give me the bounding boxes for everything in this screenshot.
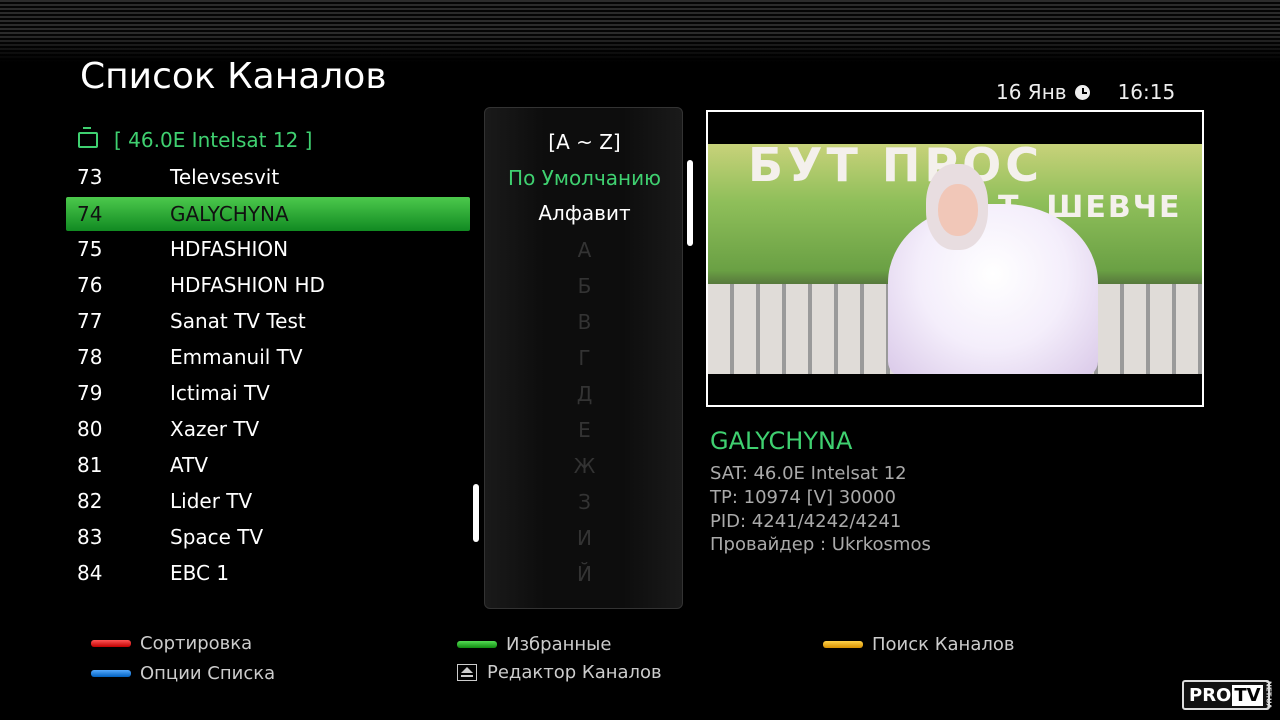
singer-figure bbox=[888, 204, 1098, 374]
legend-list-options-label: Опции Списка bbox=[140, 663, 276, 684]
logo-tv: TV bbox=[1232, 684, 1263, 706]
info-tp: TP: 10974 [V] 30000 bbox=[710, 487, 896, 508]
channel-row[interactable]: 79 Ictimai TV bbox=[66, 376, 470, 412]
blue-key-icon bbox=[91, 670, 131, 677]
channel-number: 80 bbox=[77, 417, 103, 441]
channel-row[interactable]: 82 Lider TV bbox=[66, 484, 470, 520]
sort-option-alphabet[interactable]: Алфавит bbox=[485, 201, 684, 225]
legend-search-label: Поиск Каналов bbox=[872, 634, 1015, 655]
legend-favorites[interactable]: Избранные bbox=[457, 634, 611, 655]
red-key-icon bbox=[91, 640, 131, 647]
green-key-icon bbox=[457, 641, 497, 648]
sort-header: [A ~ Z] bbox=[548, 130, 621, 154]
channel-name: Lider TV bbox=[170, 489, 253, 513]
info-sat: SAT: 46.0E Intelsat 12 bbox=[710, 463, 907, 484]
channel-row-selected[interactable]: 74 GALYCHYNA bbox=[66, 197, 470, 231]
channel-number: 73 bbox=[77, 165, 103, 189]
channel-name: Televsesvit bbox=[170, 165, 280, 189]
sort-panel-scrollbar[interactable] bbox=[687, 160, 693, 246]
legend-favorites-label: Избранные bbox=[506, 634, 612, 655]
page-title: Список Каналов bbox=[80, 56, 387, 97]
satellite-header: [ 46.0E Intelsat 12 ] bbox=[78, 128, 312, 152]
channel-name: GALYCHYNA bbox=[170, 202, 289, 226]
channel-name: Sanat TV Test bbox=[170, 309, 306, 333]
video-preview: БУТ ПРОС Т. ШЕВЧЕ bbox=[706, 110, 1204, 407]
legend-channel-editor[interactable]: Редактор Каналов bbox=[457, 662, 662, 683]
eject-icon bbox=[457, 664, 477, 681]
sort-letter[interactable]: В bbox=[485, 310, 684, 334]
channel-row[interactable]: 81 ATV bbox=[66, 448, 470, 484]
time-label: 16:15 bbox=[1117, 80, 1176, 104]
date-label: 16 Янв bbox=[996, 80, 1067, 104]
sort-letter[interactable]: А bbox=[485, 238, 684, 262]
channel-row[interactable]: 84 EBC 1 bbox=[66, 556, 470, 592]
channel-list: 73 Televsesvit 74 GALYCHYNA 75 HDFASHION 76… bbox=[66, 160, 470, 592]
sort-letter[interactable]: Д bbox=[485, 382, 684, 406]
channel-name: HDFASHION bbox=[170, 237, 289, 261]
channel-number: 81 bbox=[77, 453, 103, 477]
sort-option-default[interactable]: По Умолчанию bbox=[485, 166, 684, 190]
channel-name: Xazer TV bbox=[170, 417, 260, 441]
sort-letter[interactable]: И bbox=[485, 526, 684, 550]
tv-icon bbox=[78, 132, 98, 148]
sort-letter[interactable]: Й bbox=[485, 562, 684, 586]
channel-number: 82 bbox=[77, 489, 103, 513]
channel-number: 75 bbox=[77, 237, 103, 261]
sort-panel: [A ~ Z] По Умолчанию Алфавит А Б В Г Д Е… bbox=[484, 107, 683, 609]
sort-letter[interactable]: Г bbox=[485, 346, 684, 370]
channel-number: 84 bbox=[77, 561, 103, 585]
logo-pro: PRO bbox=[1189, 684, 1232, 706]
channel-row[interactable]: 73 Televsesvit bbox=[66, 160, 470, 196]
protv-logo: PRO TV NET.UA bbox=[1182, 680, 1273, 710]
yellow-key-icon bbox=[823, 641, 863, 648]
logo-net: NET.UA bbox=[1264, 681, 1273, 709]
legend-list-options[interactable]: Опции Списка bbox=[91, 663, 275, 684]
channel-name: HDFASHION HD bbox=[170, 273, 325, 297]
info-pid: PID: 4241/4242/4241 bbox=[710, 511, 902, 532]
sort-letter[interactable]: З bbox=[485, 490, 684, 514]
channel-row[interactable]: 78 Emmanuil TV bbox=[66, 340, 470, 376]
channel-row[interactable]: 75 HDFASHION bbox=[66, 232, 470, 268]
sort-letter[interactable]: Б bbox=[485, 274, 684, 298]
info-provider: Провайдер : Ukrkosmos bbox=[710, 534, 931, 555]
satellite-label: [ 46.0E Intelsat 12 ] bbox=[114, 128, 313, 152]
top-stripes bbox=[0, 0, 1280, 62]
sort-letter[interactable]: Ж bbox=[485, 454, 684, 478]
sort-letter[interactable]: Е bbox=[485, 418, 684, 442]
channel-row[interactable]: 83 Space TV bbox=[66, 520, 470, 556]
channel-name: Space TV bbox=[170, 525, 264, 549]
channel-number: 77 bbox=[77, 309, 103, 333]
channel-number: 76 bbox=[77, 273, 103, 297]
channel-row[interactable]: 80 Xazer TV bbox=[66, 412, 470, 448]
channel-number: 79 bbox=[77, 381, 103, 405]
channel-name: EBC 1 bbox=[170, 561, 230, 585]
channel-number: 74 bbox=[77, 202, 103, 226]
channel-list-scrollbar[interactable] bbox=[473, 484, 479, 542]
singer-face bbox=[938, 184, 978, 236]
legend-sort-label: Сортировка bbox=[140, 633, 253, 654]
channel-row[interactable]: 77 Sanat TV Test bbox=[66, 304, 470, 340]
legend-channel-editor-label: Редактор Каналов bbox=[487, 662, 662, 683]
channel-number: 83 bbox=[77, 525, 103, 549]
banner-text: БУТ ПРОС bbox=[748, 144, 1043, 192]
clock-icon bbox=[1074, 84, 1090, 100]
channel-name: Ictimai TV bbox=[170, 381, 270, 405]
channel-name: Emmanuil TV bbox=[170, 345, 303, 369]
legend-sort[interactable]: Сортировка bbox=[91, 633, 252, 654]
channel-number: 78 bbox=[77, 345, 103, 369]
current-channel-name: GALYCHYNA bbox=[710, 427, 853, 455]
channel-name: ATV bbox=[170, 453, 209, 477]
date-time: 16 Янв 16:15 bbox=[996, 80, 1175, 104]
legend-search[interactable]: Поиск Каналов bbox=[823, 634, 1014, 655]
preview-image: БУТ ПРОС Т. ШЕВЧЕ bbox=[708, 144, 1202, 374]
channel-row[interactable]: 76 HDFASHION HD bbox=[66, 268, 470, 304]
